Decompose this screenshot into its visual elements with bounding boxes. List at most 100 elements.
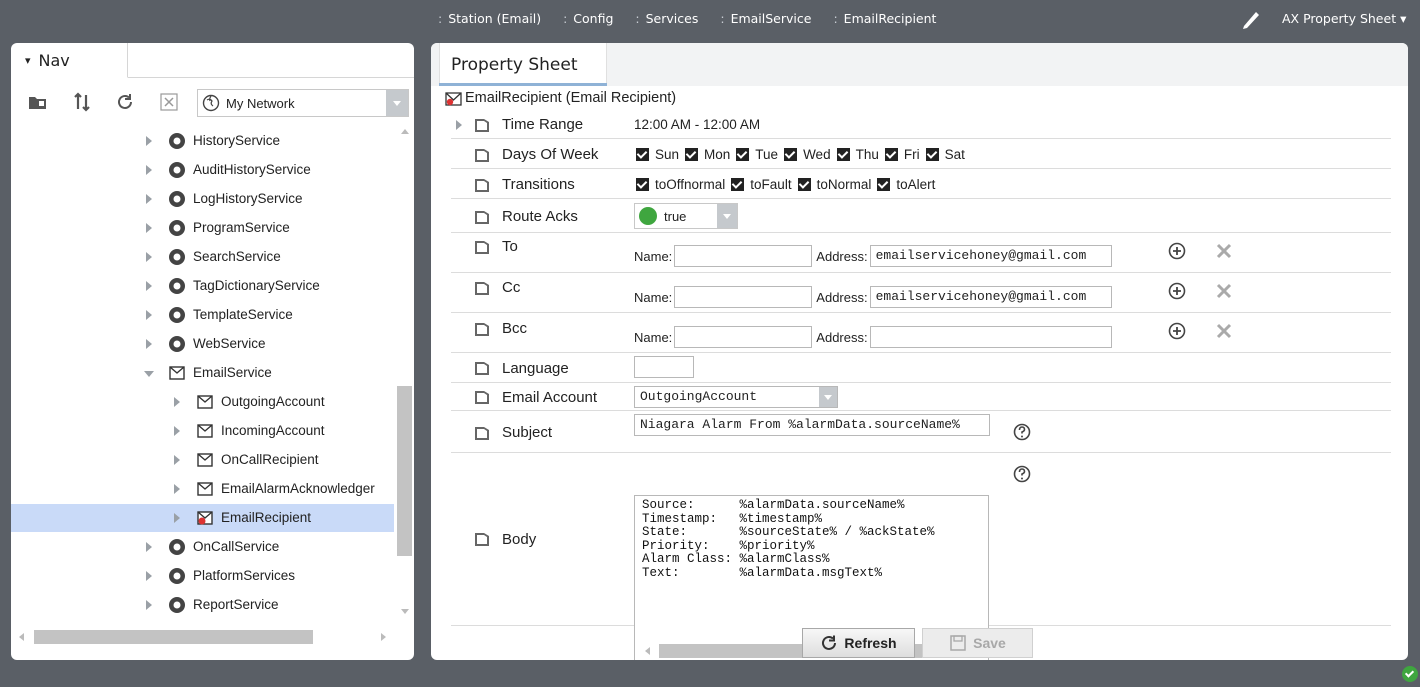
expand-icon[interactable] (172, 397, 182, 407)
scroll-down-arrow[interactable] (401, 609, 409, 614)
checkbox-to-alert[interactable] (877, 178, 891, 191)
tab-divider (128, 77, 414, 78)
add-icon[interactable] (1168, 242, 1186, 260)
expand-icon[interactable] (454, 120, 464, 130)
tab-property-sheet[interactable]: Property Sheet (439, 43, 607, 86)
network-select[interactable]: My Network (197, 89, 409, 117)
expand-icon[interactable] (144, 223, 154, 233)
tree-item-platformservices[interactable]: PlatformServices (11, 562, 394, 590)
tree-item-searchservice[interactable]: SearchService (11, 243, 394, 271)
route-acks-select[interactable]: true (634, 203, 738, 229)
tree-item-loghistoryservice[interactable]: LogHistoryService (11, 185, 394, 213)
expand-icon[interactable] (144, 281, 154, 291)
view-selector[interactable]: AX Property Sheet ▾ (1282, 11, 1406, 26)
tree-item-label: ProgramService (193, 220, 290, 235)
prop-label-days-of-week: Days Of Week (502, 146, 599, 163)
expand-icon[interactable] (172, 455, 182, 465)
tree-item-incomingaccount[interactable]: IncomingAccount (11, 417, 394, 445)
checkbox-wed[interactable] (784, 148, 798, 161)
tree-item-emailrecipient[interactable]: EmailRecipient (11, 504, 394, 532)
vertical-scrollbar[interactable] (397, 121, 414, 621)
report-service-icon (169, 597, 185, 613)
checkbox-to-offnormal[interactable] (636, 178, 649, 191)
help-icon[interactable] (1013, 423, 1031, 441)
slot-icon (475, 149, 489, 162)
expand-icon[interactable] (144, 542, 154, 552)
email-account-select[interactable]: OutgoingAccount (634, 386, 838, 408)
language-input[interactable] (634, 356, 694, 378)
add-icon[interactable] (1168, 282, 1186, 300)
breadcrumb-item-emailservice[interactable]: : EmailService (720, 11, 811, 26)
expand-icon[interactable] (172, 484, 182, 494)
bcc-address-input[interactable] (869, 326, 1112, 348)
tree-item-tagdictionaryservice[interactable]: TagDictionaryService (11, 272, 394, 300)
save-button[interactable]: Save (922, 628, 1033, 658)
remove-icon[interactable] (1215, 242, 1233, 260)
expand-icon[interactable] (144, 600, 154, 610)
breadcrumb-item-station[interactable]: : Station (Email) (438, 11, 541, 26)
scroll-left-arrow[interactable] (19, 633, 24, 641)
pencil-icon[interactable] (1240, 8, 1262, 30)
horizontal-scrollbar[interactable] (11, 627, 396, 645)
remove-icon[interactable] (1215, 322, 1233, 340)
cc-name-input[interactable] (674, 286, 813, 308)
tree-item-oncallservice[interactable]: OnCallService (11, 533, 394, 561)
tree-item-templateservice[interactable]: TemplateService (11, 301, 394, 329)
add-icon[interactable] (1168, 322, 1186, 340)
breadcrumb-item-services[interactable]: : Services (635, 11, 698, 26)
tree-item-oncallrecipient[interactable]: OnCallRecipient (11, 446, 394, 474)
expand-icon[interactable] (172, 513, 182, 523)
expand-icon[interactable] (172, 426, 182, 436)
cc-address-input[interactable]: emailservicehoney@gmail.com (869, 286, 1112, 308)
tree-item-webservice[interactable]: WebService (11, 330, 394, 358)
help-icon[interactable] (1013, 465, 1031, 483)
slot-icon (475, 119, 489, 132)
sort-icon[interactable] (71, 91, 93, 113)
tree-item-emailservice[interactable]: EmailService (11, 359, 394, 387)
to-name-input[interactable] (674, 245, 813, 267)
expand-icon[interactable] (144, 194, 154, 204)
scrollbar-thumb[interactable] (34, 630, 313, 644)
scrollbar-thumb[interactable] (397, 386, 412, 556)
nav-tab[interactable]: ▾ Nav (11, 43, 128, 78)
expand-icon[interactable] (144, 339, 154, 349)
chevron-down-icon[interactable] (386, 90, 408, 116)
refresh-button[interactable]: Refresh (802, 628, 915, 658)
checkbox-sun[interactable] (636, 148, 649, 161)
breadcrumb-item-emailrecipient[interactable]: : EmailRecipient (833, 11, 936, 26)
checkbox-fri[interactable] (884, 148, 898, 161)
tree-item-outgoingaccount[interactable]: OutgoingAccount (11, 388, 394, 416)
tree-item-reportservice[interactable]: ReportService (11, 591, 394, 619)
subject-input[interactable]: Niagara Alarm From %alarmData.sourceName… (634, 414, 990, 436)
chevron-down-icon[interactable] (717, 204, 737, 228)
expand-icon[interactable] (144, 310, 154, 320)
chevron-down-icon: ▾ (25, 53, 31, 67)
expand-icon[interactable] (144, 165, 154, 175)
close-icon[interactable] (158, 91, 180, 113)
to-address-input[interactable]: emailservicehoney@gmail.com (869, 245, 1112, 267)
scroll-right-arrow[interactable] (381, 633, 386, 641)
bcc-name-input[interactable] (674, 326, 813, 348)
refresh-icon[interactable] (114, 91, 136, 113)
chevron-down-icon[interactable] (819, 387, 837, 407)
tree-item-programservice[interactable]: ProgramService (11, 214, 394, 242)
checkbox-to-fault[interactable] (731, 178, 745, 191)
tree-item-emailalarmacknowledger[interactable]: EmailAlarmAcknowledger (11, 475, 394, 503)
open-folder-icon[interactable] (27, 91, 49, 113)
breadcrumb-item-config[interactable]: : Config (563, 11, 613, 26)
checkbox-tue[interactable] (736, 148, 750, 161)
tree-item-historyservice[interactable]: HistoryService (11, 127, 394, 155)
checkbox-mon[interactable] (685, 148, 699, 161)
remove-icon[interactable] (1215, 282, 1233, 300)
expand-icon[interactable] (144, 136, 154, 146)
tree-item-label: AuditHistoryService (193, 162, 311, 177)
checkbox-to-normal[interactable] (797, 178, 811, 191)
prop-label-language: Language (502, 360, 569, 377)
expand-icon[interactable] (144, 571, 154, 581)
checkbox-thu[interactable] (836, 148, 850, 161)
scroll-up-arrow[interactable] (401, 129, 409, 134)
tree-item-audithistoryservice[interactable]: AuditHistoryService (11, 156, 394, 184)
collapse-icon[interactable] (144, 368, 154, 378)
expand-icon[interactable] (144, 252, 154, 262)
checkbox-sat[interactable] (925, 148, 939, 161)
